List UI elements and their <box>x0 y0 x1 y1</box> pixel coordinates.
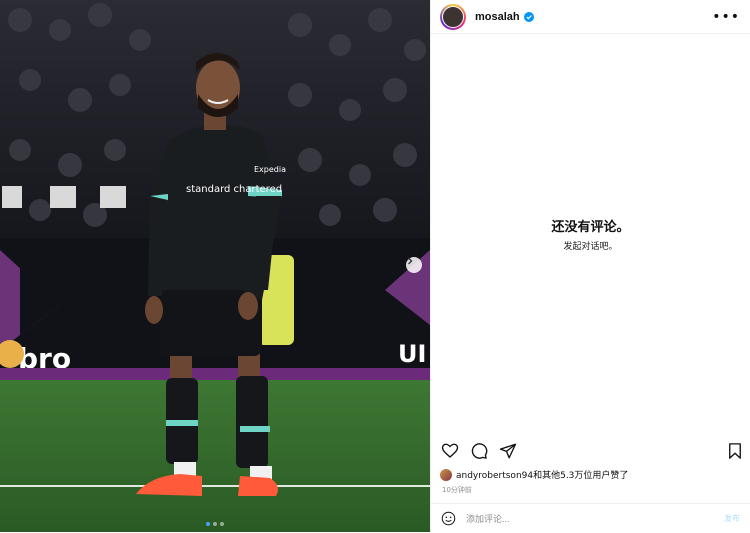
share-icon[interactable] <box>499 442 517 460</box>
comment-icon[interactable] <box>470 442 488 460</box>
empty-title: 还没有评论。 <box>551 220 630 235</box>
shirt-brand-text: Expedia <box>254 165 286 174</box>
carousel-dot[interactable] <box>206 522 210 526</box>
no-comments-message: 还没有评论。 发起对话吧。 <box>431 216 750 252</box>
post-modal: bro UI standard chartered Expedia mosala… <box>0 0 750 532</box>
heart-icon[interactable] <box>441 442 459 460</box>
post-header: mosalah ••• <box>431 0 750 34</box>
liker-avatar[interactable] <box>440 468 452 481</box>
empty-subtitle: 发起对话吧。 <box>563 242 618 252</box>
photo-illustration: bro UI standard chartered Expedia <box>0 0 430 532</box>
avatar[interactable] <box>440 3 466 30</box>
comment-input[interactable] <box>466 513 724 524</box>
carousel-next-button[interactable] <box>406 257 422 273</box>
post-timestamp: 10分钟前 <box>442 486 472 494</box>
carousel-dots <box>0 522 430 526</box>
carousel-dot[interactable] <box>213 522 217 526</box>
post-actions <box>441 441 744 461</box>
bookmark-icon[interactable] <box>726 442 744 460</box>
verified-badge-icon <box>523 11 534 22</box>
likes-text: andyrobertson94和其他5.3万位用户赞了 <box>456 471 629 481</box>
chevron-right-icon <box>408 257 413 265</box>
ad-board-text-right: UI <box>398 340 426 368</box>
more-options-button[interactable]: ••• <box>712 10 740 24</box>
username-link[interactable]: mosalah <box>475 11 520 23</box>
likes-summary[interactable]: andyrobertson94和其他5.3万位用户赞了 <box>440 468 628 481</box>
carousel-dot[interactable] <box>220 522 224 526</box>
emoji-icon[interactable] <box>441 511 456 526</box>
shirt-sponsor-text: standard chartered <box>186 184 282 195</box>
post-comment-button[interactable]: 发布 <box>724 513 740 524</box>
post-photo: bro UI standard chartered Expedia <box>0 0 430 532</box>
comment-bar: 发布 <box>431 503 750 533</box>
post-side-panel: mosalah ••• 还没有评论。 发起对话吧。 andyrobertson9… <box>430 0 750 532</box>
